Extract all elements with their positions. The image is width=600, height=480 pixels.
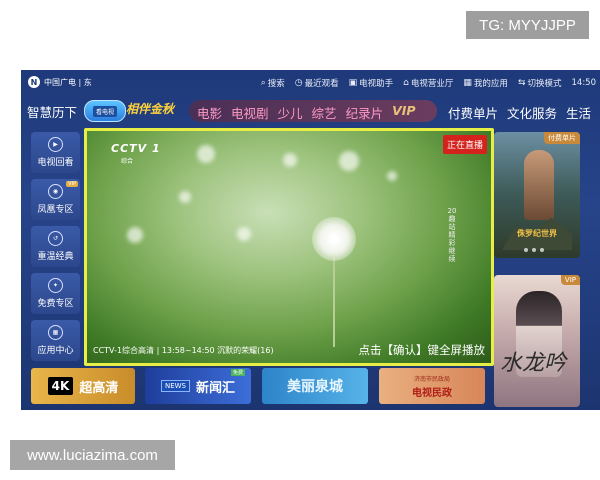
channel-logo: CCTV 1 xyxy=(111,142,161,155)
home-icon: ⌂ xyxy=(403,78,409,88)
live-badge: 正在直播 xyxy=(442,135,487,154)
bokeh-light xyxy=(237,227,251,241)
sidebar-item-label: 重温经典 xyxy=(37,252,74,262)
nav-item-movies[interactable]: 电影 xyxy=(197,103,222,122)
nav-item-documentary[interactable]: 纪录片 xyxy=(346,103,384,122)
top-menu-label: 电视助手 xyxy=(359,79,394,89)
banner-quancheng[interactable]: 美丽泉城 xyxy=(262,368,368,404)
top-menu-label: 搜索 xyxy=(267,79,285,89)
bokeh-light xyxy=(283,153,297,167)
banner-label: 电视民政 xyxy=(412,387,452,399)
bokeh-light xyxy=(387,171,397,181)
poster-shuilongyin[interactable]: VIP 水龙吟 xyxy=(494,275,580,407)
clock-icon: ◷ xyxy=(294,78,303,88)
poster-figure xyxy=(524,150,554,220)
banner-sub: 济南市民政局 xyxy=(413,375,450,383)
4k-badge: 4K xyxy=(47,377,74,395)
banner-news[interactable]: 免费 NEWS 新闻汇 xyxy=(145,368,251,404)
top-menu-label: 我的应用 xyxy=(473,79,508,89)
apps-icon: ▦ xyxy=(463,78,472,88)
sidebar-item-phoenix[interactable]: VIP ◉ 凤凰专区 xyxy=(31,179,80,220)
provider-logo-icon: N xyxy=(28,76,40,88)
sidebar-item-apps[interactable]: ▦ 应用中心 xyxy=(31,320,80,361)
news-icon: NEWS xyxy=(160,380,190,392)
vip-badge: VIP xyxy=(66,181,78,187)
sidebar-item-replay[interactable]: ▶ 电视回看 xyxy=(31,132,80,173)
top-menu-label: 最近观看 xyxy=(304,79,339,89)
live-player[interactable]: CCTV 1 综合 正在直播 20 趣站精彩继续 CCTV-1综合高清 | 13… xyxy=(84,128,494,366)
poster-jurassic[interactable]: 付费单片 侏罗纪世界 xyxy=(494,132,580,258)
top-menu-label: 切换模式 xyxy=(527,79,562,89)
nav-item-vip[interactable]: VIP xyxy=(392,103,416,122)
side-text: 20 趣站精彩继续 xyxy=(447,207,457,263)
replay-icon: ↺ xyxy=(48,231,63,246)
fullscreen-hint: 点击【确认】键全屏播放 xyxy=(358,343,486,357)
vip-badge: VIP xyxy=(560,275,580,285)
tv-icon: ▣ xyxy=(348,78,358,88)
sidebar-item-label: 电视回看 xyxy=(37,158,74,168)
bokeh-light xyxy=(339,151,359,171)
tv-badge-label: 看电视 xyxy=(92,105,117,117)
sidebar-item-classics[interactable]: ↺ 重温经典 xyxy=(31,226,80,267)
top-menu-my-apps[interactable]: ▦ 我的应用 xyxy=(463,77,508,89)
free-badge: 免费 xyxy=(230,369,245,376)
sidebar-item-free[interactable]: ✦ 免费专区 xyxy=(31,273,80,314)
nav-item-culture[interactable]: 文化服务 xyxy=(507,103,557,122)
grid-icon: ▦ xyxy=(48,325,63,340)
poster-title: 侏罗纪世界 xyxy=(517,229,557,238)
dandelion-stem xyxy=(333,257,335,347)
nav-item-variety[interactable]: 综艺 xyxy=(312,103,337,122)
program-caption: CCTV-1综合高清 | 13:58~14:50 沉默的荣耀(16) xyxy=(93,346,274,355)
nav-item-life[interactable]: 生活 xyxy=(566,103,591,122)
banner-label: 美丽泉城 xyxy=(287,379,343,395)
main-nav: 智慧历下 看电视 相伴金秋 电影 电视剧 少儿 综艺 纪录片 VIP 付费单片 … xyxy=(21,98,600,124)
banner-label: 新闻汇 xyxy=(196,380,236,396)
top-menu-label: 电视营业厅 xyxy=(410,79,454,89)
tg-label: TG: MYYJJPP xyxy=(466,11,589,39)
banner-label: 超高清 xyxy=(79,380,119,396)
shield-icon: ✦ xyxy=(48,278,63,293)
dandelion-flower xyxy=(312,217,356,261)
top-menu-recent[interactable]: ◷ 最近观看 xyxy=(295,77,339,89)
banner-4k[interactable]: 4K 超高清 xyxy=(31,368,135,404)
brand-title: 智慧历下 xyxy=(27,105,78,120)
sidebar-item-label: 免费专区 xyxy=(37,299,74,309)
nav-item-kids[interactable]: 少儿 xyxy=(278,103,303,122)
switch-icon: ⇆ xyxy=(517,78,526,88)
bokeh-light xyxy=(127,227,143,243)
carousel-dots xyxy=(524,248,544,252)
bokeh-light xyxy=(179,191,191,203)
sidebar-item-label: 凤凰专区 xyxy=(37,205,74,215)
paid-badge: 付费单片 xyxy=(544,132,580,144)
poster-calligraphy: 水龙吟 xyxy=(500,351,567,376)
sidebar-item-label: 应用中心 xyxy=(37,346,74,356)
nav-item-paid[interactable]: 付费单片 xyxy=(448,103,498,122)
top-menu-tv-assistant[interactable]: ▣ 电视助手 xyxy=(349,77,394,89)
search-icon: ⌕ xyxy=(260,78,266,88)
watermark: www.luciazima.com xyxy=(10,440,175,470)
phoenix-icon: ◉ xyxy=(48,184,63,199)
tv-screen: N 中国广电 | 东 ⌕ 搜索 ◷ 最近观看 ▣ 电视助手 ⌂ 电视营业厅 ▦ 我的应用 … xyxy=(21,70,600,410)
play-icon: ▶ xyxy=(48,137,63,152)
top-menu-service-hall[interactable]: ⌂ 电视营业厅 xyxy=(403,77,453,89)
bokeh-light xyxy=(197,145,215,163)
top-menu-search[interactable]: ⌕ 搜索 xyxy=(261,77,285,89)
promo-title[interactable]: 相伴金秋 xyxy=(126,100,174,117)
top-menu-switch-mode[interactable]: ⇆ 切换模式 xyxy=(518,77,562,89)
clock-time: 14:50 xyxy=(571,78,597,88)
channel-sub: 综合 xyxy=(121,158,134,165)
tv-badge[interactable]: 看电视 xyxy=(84,100,126,122)
status-bar: N 中国广电 | 东 ⌕ 搜索 ◷ 最近观看 ▣ 电视助手 ⌂ 电视营业厅 ▦ 我的应用 … xyxy=(21,70,600,98)
nav-item-series[interactable]: 电视剧 xyxy=(231,103,269,122)
banner-civil-affairs[interactable]: 济南市民政局 电视民政 xyxy=(379,368,485,404)
provider-logo: N 中国广电 | 东 xyxy=(28,76,92,88)
provider-logo-text: 中国广电 | 东 xyxy=(44,77,92,87)
